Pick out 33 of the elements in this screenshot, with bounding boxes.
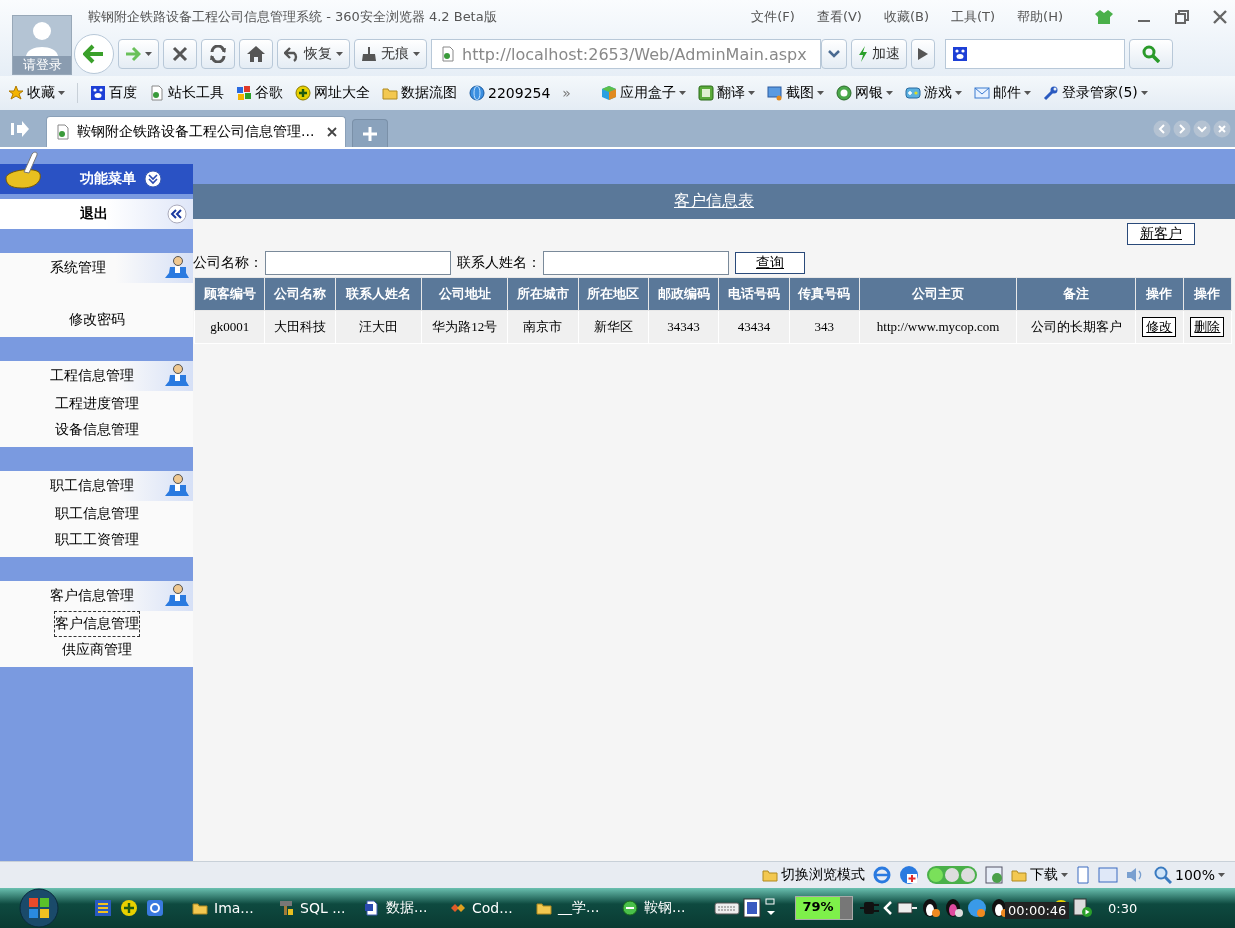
column-header: 操作 [1183,277,1232,311]
table-cell: 南京市 [507,310,579,344]
battery-reading: 79% [801,899,835,914]
column-header: 公司地址 [421,277,508,311]
table-cell: 343 [789,310,860,344]
table-cell: gk0001 [194,310,265,344]
clock: 0:30 [1108,900,1138,916]
filter-label: 联系人姓名： [457,254,541,272]
table-cell: 大田科技 [264,310,336,344]
login-label: 请登录 [13,56,71,74]
column-header: 所在地区 [578,277,649,311]
table-cell: 新华区 [578,310,649,344]
logout-label: 退出 [80,205,108,223]
column-header: 传真号码 [789,277,860,311]
recording-timer-tooltip: 00:00:46 [1005,902,1070,919]
column-header: 所在城市 [507,277,579,311]
menu-header-label: 功能菜单 [80,170,136,188]
column-header: 备注 [1016,277,1136,311]
filter-label: 公司名称： [193,254,263,272]
column-header: 公司主页 [859,277,1017,311]
table-cell: 43434 [718,310,790,344]
window-title: 鞍钢附企铁路设备工程公司信息管理系统 - 360安全浏览器 4.2 Beta版 [87,8,498,26]
table-cell: 公司的长期客户 [1016,310,1136,344]
table-cell: 34343 [648,310,719,344]
column-header: 电话号码 [718,277,790,311]
table-cell: http://www.mycop.com [859,310,1017,344]
table-cell: 华为路12号 [421,310,508,344]
column-header: 顾客编号 [194,277,265,311]
column-header: 操作 [1135,277,1184,311]
table-cell: 汪大田 [335,310,422,344]
column-header: 邮政编码 [648,277,719,311]
column-header: 联系人姓名 [335,277,422,311]
column-header: 公司名称 [264,277,336,311]
